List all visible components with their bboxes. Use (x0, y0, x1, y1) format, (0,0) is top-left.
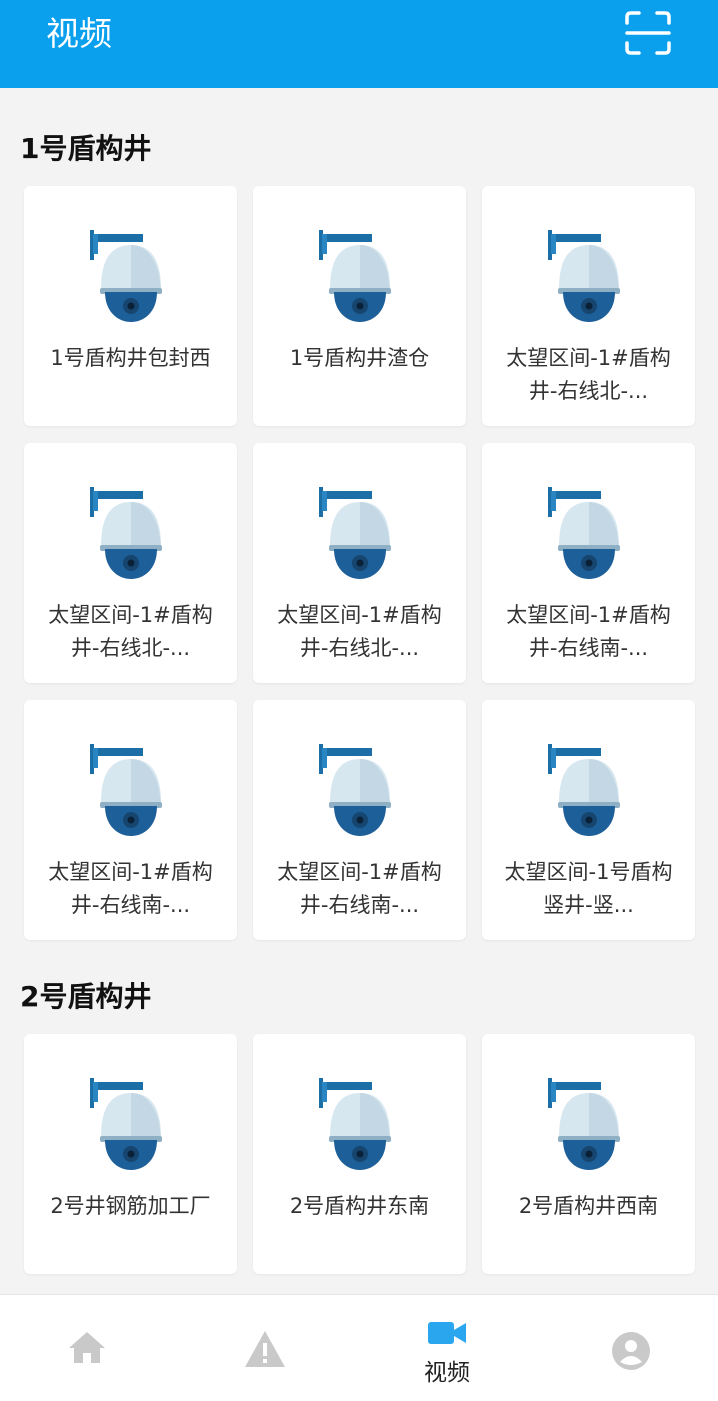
camera-card[interactable]: 1号盾构井包封西 (24, 186, 237, 426)
tab-alerts[interactable] (213, 1295, 313, 1401)
tab-video-label: 视频 (424, 1360, 470, 1386)
app-header: 视频 (0, 0, 718, 88)
camera-label: 太望区间-1号盾构竖井-竖... (504, 860, 673, 917)
scan-icon[interactable] (624, 10, 672, 56)
warning-icon (245, 1331, 285, 1367)
bottom-tab-bar: 视频 (0, 1294, 718, 1401)
camera-label: 1号盾构井渣仓 (289, 346, 430, 370)
tab-profile[interactable] (581, 1295, 681, 1401)
camera-card[interactable]: 太望区间-1#盾构井-右线北-... (482, 186, 695, 426)
security-camera-icon (319, 487, 391, 579)
security-camera-icon (548, 744, 620, 836)
security-camera-icon (90, 487, 162, 579)
camera-label: 2号井钢筋加工厂 (50, 1194, 211, 1218)
security-camera-icon (90, 1078, 162, 1170)
camera-card[interactable]: 太望区间-1#盾构井-右线南-... (253, 700, 466, 940)
camera-label: 2号盾构井西南 (518, 1194, 659, 1218)
camera-label: 太望区间-1#盾构井-右线北-... (48, 603, 213, 660)
camera-label: 1号盾构井包封西 (50, 346, 211, 370)
camera-card[interactable]: 2号盾构井西南 (482, 1034, 695, 1274)
camera-card[interactable]: 太望区间-1#盾构井-右线北-... (253, 443, 466, 683)
security-camera-icon (548, 230, 620, 322)
camera-card[interactable]: 2号井钢筋加工厂 (24, 1034, 237, 1274)
security-camera-icon (319, 230, 391, 322)
camera-label: 太望区间-1#盾构井-右线北-... (277, 603, 442, 660)
camera-label: 太望区间-1#盾构井-右线南-... (277, 860, 442, 917)
security-camera-icon (90, 230, 162, 322)
section-title: 1号盾构井 (20, 132, 152, 165)
camera-label: 太望区间-1#盾构井-右线南-... (506, 603, 671, 660)
security-camera-icon (319, 1078, 391, 1170)
security-camera-icon (319, 744, 391, 836)
camera-label: 2号盾构井东南 (289, 1194, 430, 1218)
camera-card[interactable]: 2号盾构井东南 (253, 1034, 466, 1274)
camera-card[interactable]: 1号盾构井渣仓 (253, 186, 466, 426)
camera-card[interactable]: 太望区间-1#盾构井-右线南-... (482, 443, 695, 683)
camera-label: 太望区间-1#盾构井-右线北-... (506, 346, 671, 403)
page-title: 视频 (46, 14, 112, 53)
video-list[interactable]: 1号盾构井 1号盾构井包封西 1号盾构井渣仓 太望区间-1#盾构井-右线北-..… (0, 88, 718, 1294)
camera-label: 太望区间-1#盾构井-右线南-... (48, 860, 213, 917)
user-icon (612, 1332, 650, 1370)
section-title: 2号盾构井 (20, 980, 152, 1013)
security-camera-icon (90, 744, 162, 836)
video-camera-icon (428, 1322, 466, 1344)
camera-card[interactable]: 太望区间-1#盾构井-右线北-... (24, 443, 237, 683)
camera-card[interactable]: 太望区间-1#盾构井-右线南-... (24, 700, 237, 940)
security-camera-icon (548, 1078, 620, 1170)
home-icon (69, 1332, 105, 1363)
tab-home[interactable] (37, 1295, 137, 1401)
camera-card[interactable]: 太望区间-1号盾构竖井-竖... (482, 700, 695, 940)
security-camera-icon (548, 487, 620, 579)
tab-video[interactable]: 视频 (397, 1295, 497, 1401)
